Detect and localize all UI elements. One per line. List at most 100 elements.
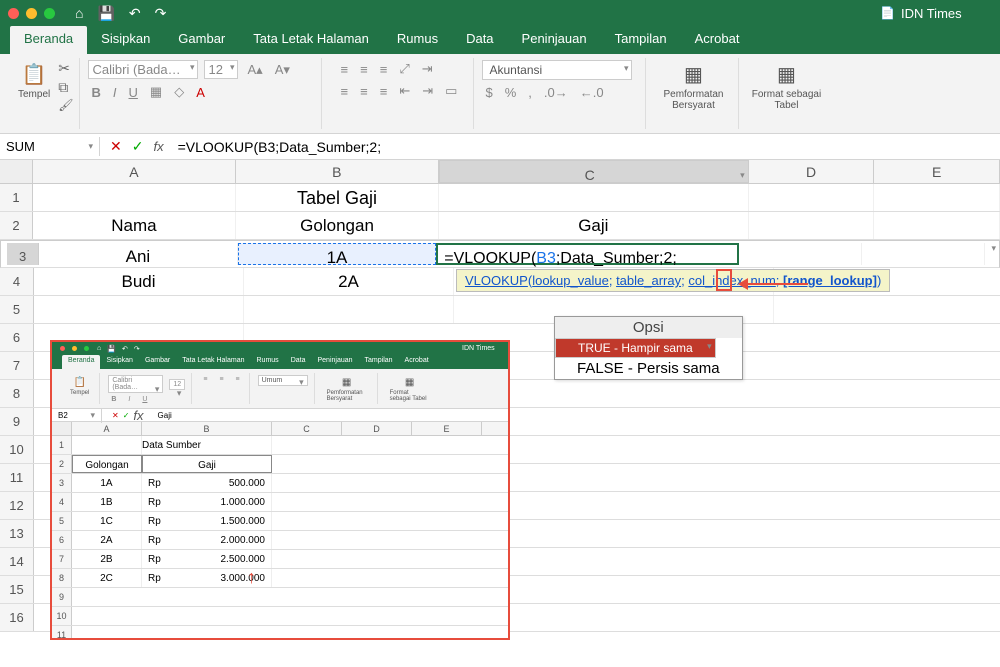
cell[interactable]: Gaji: [439, 212, 748, 239]
tab-tampilan[interactable]: Tampilan: [601, 26, 681, 54]
fill-color-button[interactable]: ◇: [171, 83, 187, 101]
cell[interactable]: [439, 184, 748, 211]
inset-arrow-annotation: ↑: [247, 567, 256, 588]
redo-icon[interactable]: ↷: [155, 5, 167, 22]
home-icon[interactable]: ⌂: [75, 5, 83, 22]
select-all-corner[interactable]: [0, 160, 33, 183]
font-size-select[interactable]: 12: [204, 60, 238, 79]
font-color-button[interactable]: A: [193, 84, 208, 101]
col-header-A[interactable]: A: [33, 160, 236, 183]
row-header[interactable]: 7: [0, 352, 34, 379]
conditional-formatting-button[interactable]: ▦ Pemformatan Bersyarat: [654, 60, 732, 113]
merge-icon[interactable]: ▭: [442, 82, 460, 100]
undo-icon[interactable]: ↶: [129, 5, 141, 22]
cell[interactable]: 2A: [244, 268, 454, 295]
cell[interactable]: Golongan: [236, 212, 439, 239]
copy-icon[interactable]: ⧉: [58, 79, 73, 96]
underline-button[interactable]: U: [126, 84, 141, 101]
row-header[interactable]: 15: [0, 576, 34, 603]
bold-button[interactable]: B: [88, 84, 103, 101]
cell[interactable]: [874, 212, 1000, 239]
paste-button[interactable]: 📋 Tempel: [14, 60, 54, 102]
cell-title[interactable]: Tabel Gaji: [236, 184, 439, 211]
formula-input[interactable]: =VLOOKUP(B3;Data_Sumber;2;: [174, 137, 386, 157]
row-header[interactable]: 4: [0, 268, 34, 295]
row-header[interactable]: 6: [0, 324, 34, 351]
orientation-icon[interactable]: ⤢: [396, 60, 412, 78]
cell[interactable]: [33, 184, 236, 211]
maximize-window-button[interactable]: [44, 8, 55, 19]
percent-icon[interactable]: %: [502, 84, 520, 101]
accept-formula-icon[interactable]: ✓: [132, 138, 144, 155]
close-window-button[interactable]: [8, 8, 19, 19]
dropdown-option-false[interactable]: FALSE - Persis sama: [555, 358, 742, 379]
cell[interactable]: [749, 184, 875, 211]
format-as-table-button[interactable]: ▦ Format sebagai Tabel: [747, 60, 825, 113]
cell-B3[interactable]: 1A: [238, 243, 437, 265]
align-left-icon[interactable]: ≡: [338, 83, 352, 100]
dropdown-option-true[interactable]: TRUE - Hampir sama: [555, 338, 716, 358]
row-header[interactable]: 3: [7, 243, 39, 265]
tab-tata-letak[interactable]: Tata Letak Halaman: [239, 26, 383, 54]
cell[interactable]: Ani: [39, 243, 238, 265]
cell[interactable]: [862, 243, 985, 265]
col-header-B[interactable]: B: [236, 160, 439, 183]
row-header[interactable]: 11: [0, 464, 34, 491]
cell[interactable]: Budi: [34, 268, 244, 295]
italic-button[interactable]: I: [110, 84, 120, 101]
align-right-icon[interactable]: ≡: [377, 83, 391, 100]
tab-data[interactable]: Data: [452, 26, 507, 54]
row-header[interactable]: 12: [0, 492, 34, 519]
row-header[interactable]: 1: [0, 184, 33, 211]
comma-icon[interactable]: ,: [525, 84, 535, 101]
align-middle-icon[interactable]: ≡: [357, 61, 371, 78]
cell-C3-editing[interactable]: =VLOOKUP(B3;Data_Sumber;2;: [436, 243, 739, 265]
row-header[interactable]: 9: [0, 408, 34, 435]
tab-rumus[interactable]: Rumus: [383, 26, 452, 54]
save-icon[interactable]: 💾: [97, 5, 114, 22]
fx-icon[interactable]: fx: [153, 139, 163, 154]
font-name-select[interactable]: Calibri (Bada…: [88, 60, 198, 79]
tab-gambar[interactable]: Gambar: [164, 26, 239, 54]
cut-icon[interactable]: ✂: [58, 60, 73, 77]
col-header-D[interactable]: D: [749, 160, 875, 183]
tab-beranda[interactable]: Beranda: [10, 26, 87, 54]
col-header-C[interactable]: C: [439, 160, 749, 183]
chevron-down-icon[interactable]: ▾: [88, 141, 93, 152]
increase-decimal-icon[interactable]: .0→: [541, 84, 571, 101]
cancel-formula-icon[interactable]: ✕: [110, 138, 122, 155]
indent-left-icon[interactable]: ⇤: [396, 82, 413, 100]
minimize-window-button[interactable]: [26, 8, 37, 19]
cell[interactable]: [739, 243, 862, 265]
col-header-E[interactable]: E: [874, 160, 1000, 183]
row-header[interactable]: 14: [0, 548, 34, 575]
decrease-font-icon[interactable]: A▾: [272, 61, 293, 79]
tab-peninjauan[interactable]: Peninjauan: [508, 26, 601, 54]
wrap-text-icon[interactable]: ⇥: [419, 60, 436, 78]
align-bottom-icon[interactable]: ≡: [377, 61, 391, 78]
format-painter-icon[interactable]: 🖌: [58, 98, 73, 112]
increase-font-icon[interactable]: A▴: [244, 61, 265, 79]
align-top-icon[interactable]: ≡: [338, 61, 352, 78]
cell[interactable]: [34, 296, 244, 323]
row-header[interactable]: 16: [0, 604, 34, 631]
name-box[interactable]: SUM▾: [0, 137, 100, 156]
tab-sisipkan[interactable]: Sisipkan: [87, 26, 164, 54]
row-header[interactable]: 5: [0, 296, 34, 323]
row-header[interactable]: 13: [0, 520, 34, 547]
number-format-select[interactable]: Akuntansi: [482, 60, 632, 80]
tab-acrobat[interactable]: Acrobat: [681, 26, 754, 54]
file-icon: 📄: [880, 6, 895, 20]
row-header[interactable]: 2: [0, 212, 33, 239]
cell[interactable]: Nama: [33, 212, 236, 239]
decrease-decimal-icon[interactable]: ←.0: [577, 84, 607, 101]
cell[interactable]: [244, 296, 454, 323]
indent-right-icon[interactable]: ⇥: [419, 82, 436, 100]
cell[interactable]: [874, 184, 1000, 211]
align-center-icon[interactable]: ≡: [357, 83, 371, 100]
row-header[interactable]: 10: [0, 436, 34, 463]
border-button[interactable]: ▦: [147, 83, 165, 101]
cell[interactable]: [749, 212, 875, 239]
row-header[interactable]: 8: [0, 380, 34, 407]
currency-icon[interactable]: $: [482, 84, 495, 101]
